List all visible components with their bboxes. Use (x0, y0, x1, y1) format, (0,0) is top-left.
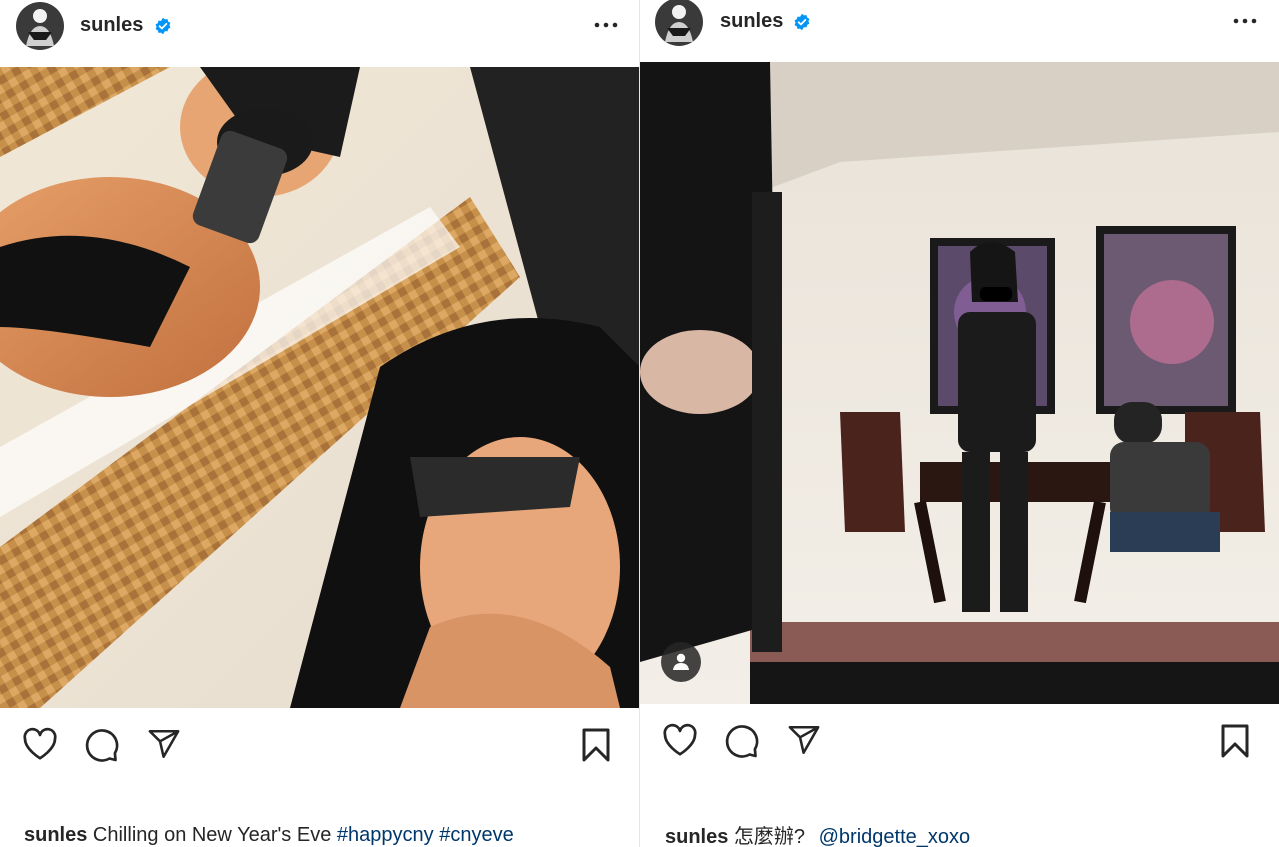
more-horizontal-icon[interactable] (1231, 11, 1259, 31)
more-horizontal-icon[interactable] (592, 15, 620, 35)
heart-icon[interactable] (22, 727, 58, 761)
comment-icon[interactable] (724, 723, 760, 759)
post-caption: sunles Chilling on New Year's Eve #happy… (24, 824, 514, 847)
username[interactable]: sunles (720, 10, 783, 33)
post-photo[interactable] (640, 62, 1279, 704)
bookmark-icon[interactable] (1219, 723, 1251, 759)
avatar[interactable] (655, 0, 703, 46)
post-caption: sunles 怎麼辦? @bridgette_xoxo (665, 820, 970, 847)
post-2: sunles sunles 怎麼辦? @bridgette_xoxo (640, 0, 1279, 847)
post-header: sunles (640, 0, 1279, 64)
avatar[interactable] (16, 2, 64, 50)
user-tag-icon (673, 653, 689, 670)
username[interactable]: sunles (80, 14, 143, 37)
post-1: sunles sunles Chilling on New Year's Eve… (0, 0, 640, 847)
share-icon[interactable] (786, 723, 822, 757)
hashtag-link[interactable]: #cnyeve (439, 824, 514, 846)
mention-link[interactable]: @bridgette_xoxo (819, 826, 971, 847)
comment-icon[interactable] (84, 727, 120, 763)
heart-icon[interactable] (662, 723, 698, 757)
caption-text: Chilling on New Year's Eve (92, 824, 332, 846)
user-tag-button[interactable] (661, 642, 701, 682)
post-photo[interactable] (0, 67, 640, 708)
share-icon[interactable] (146, 727, 182, 761)
verified-badge-icon (794, 13, 810, 31)
caption-text: 怎麼辦? (733, 826, 806, 847)
caption-username[interactable]: sunles (665, 826, 728, 847)
caption-username[interactable]: sunles (24, 824, 87, 846)
bookmark-icon[interactable] (580, 727, 612, 763)
verified-badge-icon (155, 17, 171, 35)
post-header: sunles (0, 0, 640, 64)
hashtag-link[interactable]: #happycny (337, 824, 434, 846)
